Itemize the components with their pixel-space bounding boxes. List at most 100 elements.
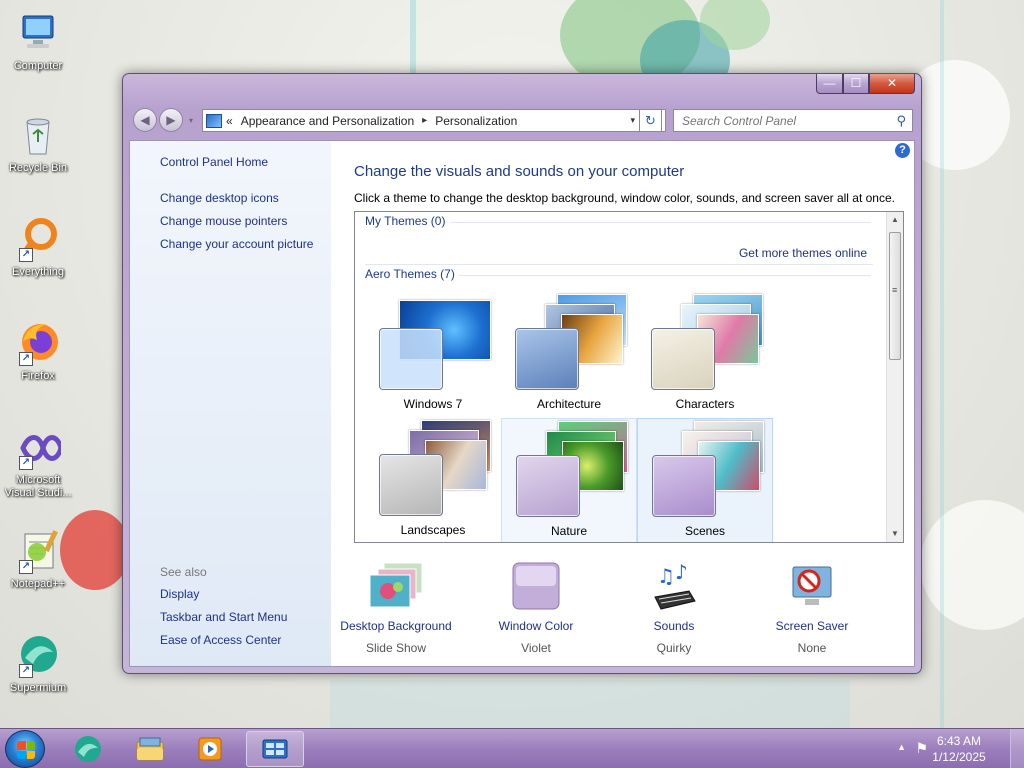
theme-preview <box>501 292 637 402</box>
breadcrumb-personalization[interactable]: Personalization <box>435 114 517 128</box>
theme-preview <box>365 418 501 528</box>
color-swatch <box>652 455 716 517</box>
theme-nature[interactable]: Nature <box>501 418 638 542</box>
desktop-icon-computer[interactable]: Computer <box>0 10 76 73</box>
my-themes-group[interactable]: My Themes (0) <box>365 214 445 228</box>
forward-button[interactable]: ▶ <box>159 108 183 132</box>
get-more-themes-link[interactable]: Get more themes online <box>739 246 867 260</box>
desktop-icon-label: Computer <box>13 60 63 72</box>
color-swatch <box>379 328 443 390</box>
breadcrumb-appearance[interactable]: Appearance and Personalization <box>241 114 414 128</box>
desktop-icon-notepadplusplus[interactable]: ↗ Notepad++ <box>0 528 76 591</box>
navigation-bar: ◀ ▶ ▾ « Appearance and Personalization ▸… <box>131 106 913 134</box>
close-button[interactable]: ✕ <box>869 74 915 94</box>
theme-preview <box>365 292 501 402</box>
control-panel-icon <box>206 113 222 128</box>
change-account-picture-link[interactable]: Change your account picture <box>160 237 313 251</box>
scroll-down-icon[interactable]: ▼ <box>887 526 903 542</box>
theme-windows-7[interactable]: Windows 7 <box>365 292 501 418</box>
change-desktop-icons-link[interactable]: Change desktop icons <box>160 191 279 205</box>
svg-text:♪: ♪ <box>675 561 688 584</box>
search-input[interactable] <box>682 110 882 131</box>
desktop-icon-label: Supermium <box>9 682 67 694</box>
main-panel: ? Change the visuals and sounds on your … <box>331 141 914 666</box>
theme-scenes[interactable]: Scenes <box>637 418 774 542</box>
see-also-heading: See also <box>160 565 207 579</box>
shortcut-arrow-icon: ↗ <box>19 248 33 262</box>
recycle-bin-icon <box>15 112 61 158</box>
personalization-window[interactable]: — ☐ ✕ ◀ ▶ ▾ « Appearance and Personaliza… <box>122 73 922 674</box>
maximize-button[interactable]: ☐ <box>843 74 869 94</box>
desktop-icon-firefox[interactable]: ↗ Firefox <box>0 320 76 383</box>
sounds-option[interactable]: ♫ ♪ Sounds Quirky <box>609 560 739 655</box>
minimize-button[interactable]: — <box>816 74 843 94</box>
desktop-icon-label: Recycle Bin <box>8 162 68 174</box>
control-panel-home-link[interactable]: Control Panel Home <box>160 155 268 169</box>
taskbar-windows-explorer[interactable] <box>122 731 180 767</box>
theme-characters[interactable]: Characters <box>637 292 773 418</box>
theme-settings-bar: Desktop Background Slide Show Window Col… <box>331 560 914 661</box>
desktop-icon-supermium[interactable]: ↗ Supermium <box>0 632 76 695</box>
desktop-background-link[interactable]: Desktop Background <box>331 619 461 633</box>
recent-pages-dropdown[interactable]: ▾ <box>189 116 193 125</box>
themes-scrollbar[interactable]: ▲ ▼ <box>886 212 903 542</box>
aero-themes-group[interactable]: Aero Themes (7) <box>365 267 455 281</box>
breadcrumb-separator[interactable]: ▸ <box>422 115 427 126</box>
taskbar-control-panel[interactable] <box>246 731 304 767</box>
sounds-icon: ♫ ♪ <box>649 560 699 611</box>
desktop-icon-recycle-bin[interactable]: Recycle Bin <box>0 112 76 175</box>
theme-preview <box>502 419 638 529</box>
page-title: Change the visuals and sounds on your co… <box>354 163 685 180</box>
theme-architecture[interactable]: Architecture <box>501 292 637 418</box>
search-icon[interactable]: ⚲ <box>896 113 906 129</box>
sounds-link[interactable]: Sounds <box>609 619 739 633</box>
window-color-icon <box>511 561 561 611</box>
refresh-button[interactable]: ↻ <box>639 109 662 132</box>
desktop-icon-everything[interactable]: ↗ Everything <box>0 216 76 279</box>
show-hidden-icons-arrow[interactable]: ▲ <box>897 742 906 752</box>
shortcut-arrow-icon: ↗ <box>19 560 33 574</box>
address-overflow[interactable]: « <box>226 114 233 128</box>
search-box[interactable]: ⚲ <box>673 109 913 132</box>
taskbar-start-menu-link[interactable]: Taskbar and Start Menu <box>160 610 287 624</box>
show-desktop-button[interactable] <box>1010 729 1024 768</box>
screen-saver-link[interactable]: Screen Saver <box>747 619 877 633</box>
theme-landscapes[interactable]: Landscapes <box>365 418 501 542</box>
themes-list[interactable]: My Themes (0) Get more themes online Aer… <box>354 211 904 543</box>
address-dropdown-icon[interactable]: ▾ <box>630 115 635 126</box>
desktop-icon-label: Notepad++ <box>10 578 66 590</box>
control-panel-icon <box>260 735 290 765</box>
address-bar[interactable]: « Appearance and Personalization ▸ Perso… <box>202 109 666 132</box>
divider <box>459 275 871 276</box>
sidebar: Control Panel Home Change desktop icons … <box>130 141 331 666</box>
theme-preview <box>638 419 774 529</box>
start-button[interactable] <box>5 730 45 768</box>
back-button[interactable]: ◀ <box>133 108 157 132</box>
screen-saver-option[interactable]: Screen Saver None <box>747 561 877 655</box>
visual-studio-icon: ↗ <box>15 424 64 470</box>
desktop-icon-label: Microsoft Visual Studi... <box>4 474 72 499</box>
media-player-icon <box>195 734 225 764</box>
color-swatch <box>516 455 580 517</box>
wallpaper-shape <box>410 0 416 75</box>
clock[interactable]: 6:43 AM 1/12/2025 <box>924 733 994 765</box>
supermium-icon <box>73 734 103 764</box>
screen-saver-value: None <box>797 641 827 655</box>
window-color-value: Violet <box>521 641 551 655</box>
desktop-icon-visual-studio[interactable]: ↗ Microsoft Visual Studi... <box>0 424 76 500</box>
window-color-option[interactable]: Window Color Violet <box>471 561 601 655</box>
everything-icon: ↗ <box>15 216 61 262</box>
taskbar-supermium[interactable] <box>60 731 118 767</box>
display-link[interactable]: Display <box>160 587 199 601</box>
ease-of-access-link[interactable]: Ease of Access Center <box>160 633 281 647</box>
change-mouse-pointers-link[interactable]: Change mouse pointers <box>160 214 287 228</box>
scroll-up-icon[interactable]: ▲ <box>887 212 903 228</box>
help-icon[interactable]: ? <box>895 143 910 158</box>
taskbar-media-player[interactable] <box>182 731 240 767</box>
clock-date: 1/12/2025 <box>932 750 986 764</box>
desktop-background-option[interactable]: Desktop Background Slide Show <box>331 561 461 655</box>
scroll-thumb[interactable] <box>889 232 901 360</box>
divider <box>365 264 873 265</box>
window-color-link[interactable]: Window Color <box>471 619 601 633</box>
notepadplusplus-icon: ↗ <box>15 528 61 574</box>
